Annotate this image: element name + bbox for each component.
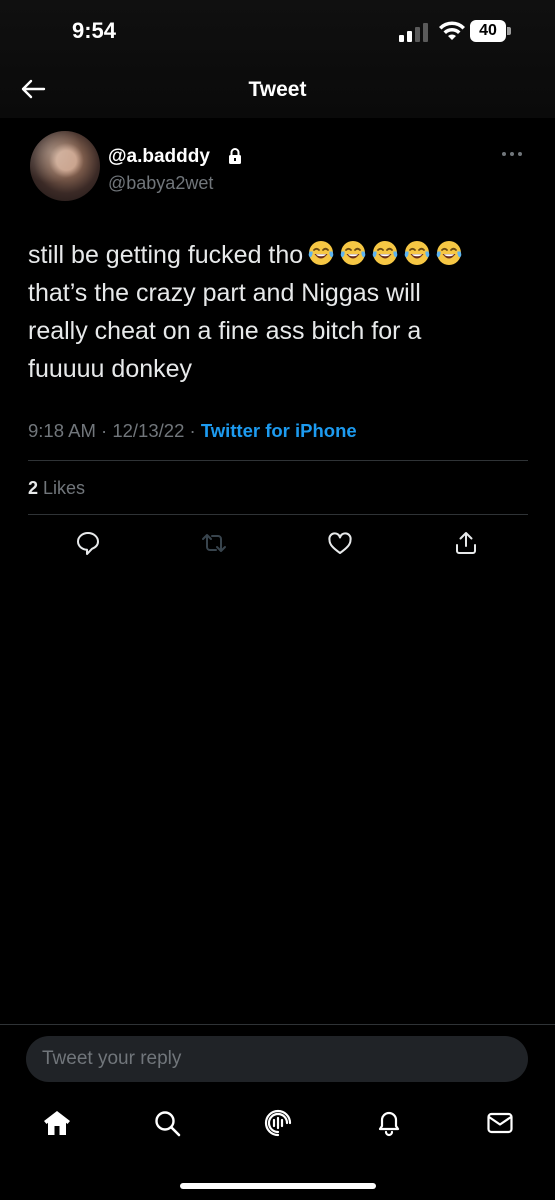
divider <box>28 514 528 515</box>
tweet-text: still be getting fucked tho that’s the c… <box>28 236 528 388</box>
user-handle[interactable]: @babya2wet <box>108 173 213 194</box>
avatar[interactable] <box>30 131 100 201</box>
share-icon[interactable] <box>453 530 479 556</box>
home-indicator[interactable] <box>180 1183 376 1189</box>
laughing-tears-emoji-icon <box>372 241 398 265</box>
laughing-tears-emoji-icon <box>340 241 366 265</box>
laughing-tears-emoji-icon <box>308 241 334 265</box>
likes-label: Likes <box>43 478 86 498</box>
tweet-date: 12/13/22 <box>112 420 185 441</box>
retweet-icon <box>202 534 226 552</box>
reply-icon[interactable] <box>75 530 101 556</box>
battery-level: 40 <box>470 20 506 42</box>
like-icon[interactable] <box>327 531 353 557</box>
divider <box>28 460 528 461</box>
tweet-meta: 9:18 AM · 12/13/22 · Twitter for iPhone <box>28 420 357 442</box>
wifi-icon <box>439 21 465 40</box>
tweet-source-link[interactable]: Twitter for iPhone <box>201 420 357 441</box>
tweet-time: 9:18 AM <box>28 420 96 441</box>
reply-input[interactable]: Tweet your reply <box>26 1036 528 1082</box>
laughing-tears-emoji-icon <box>436 241 462 265</box>
more-options-icon[interactable] <box>498 148 526 160</box>
cellular-signal-icon <box>399 23 428 42</box>
spaces-icon[interactable] <box>263 1108 293 1138</box>
lock-icon <box>229 148 241 164</box>
tweet-line: really cheat on a fine ass bitch for a <box>28 317 422 345</box>
tweet-line: that’s the crazy part and Niggas will <box>28 279 421 307</box>
status-time: 9:54 <box>72 18 117 43</box>
page-title: Tweet <box>248 78 307 101</box>
battery-icon: 40 <box>470 20 512 42</box>
separator-dot: · <box>189 420 201 441</box>
tweet-line: still be getting fucked tho <box>28 236 528 274</box>
display-name[interactable]: @a.badddy <box>108 146 210 168</box>
notifications-icon[interactable] <box>374 1108 404 1138</box>
likes-number: 2 <box>28 478 39 498</box>
separator-dot: · <box>101 420 113 441</box>
laughing-tears-emoji-icon <box>404 241 430 265</box>
emoji-row <box>303 241 463 269</box>
tweet-line: fuuuuu donkey <box>28 355 193 383</box>
messages-icon[interactable] <box>485 1108 515 1138</box>
likes-count[interactable]: 2 Likes <box>28 478 85 499</box>
home-icon[interactable] <box>42 1108 72 1138</box>
search-icon[interactable] <box>152 1108 182 1138</box>
bottom-divider <box>0 1024 555 1025</box>
